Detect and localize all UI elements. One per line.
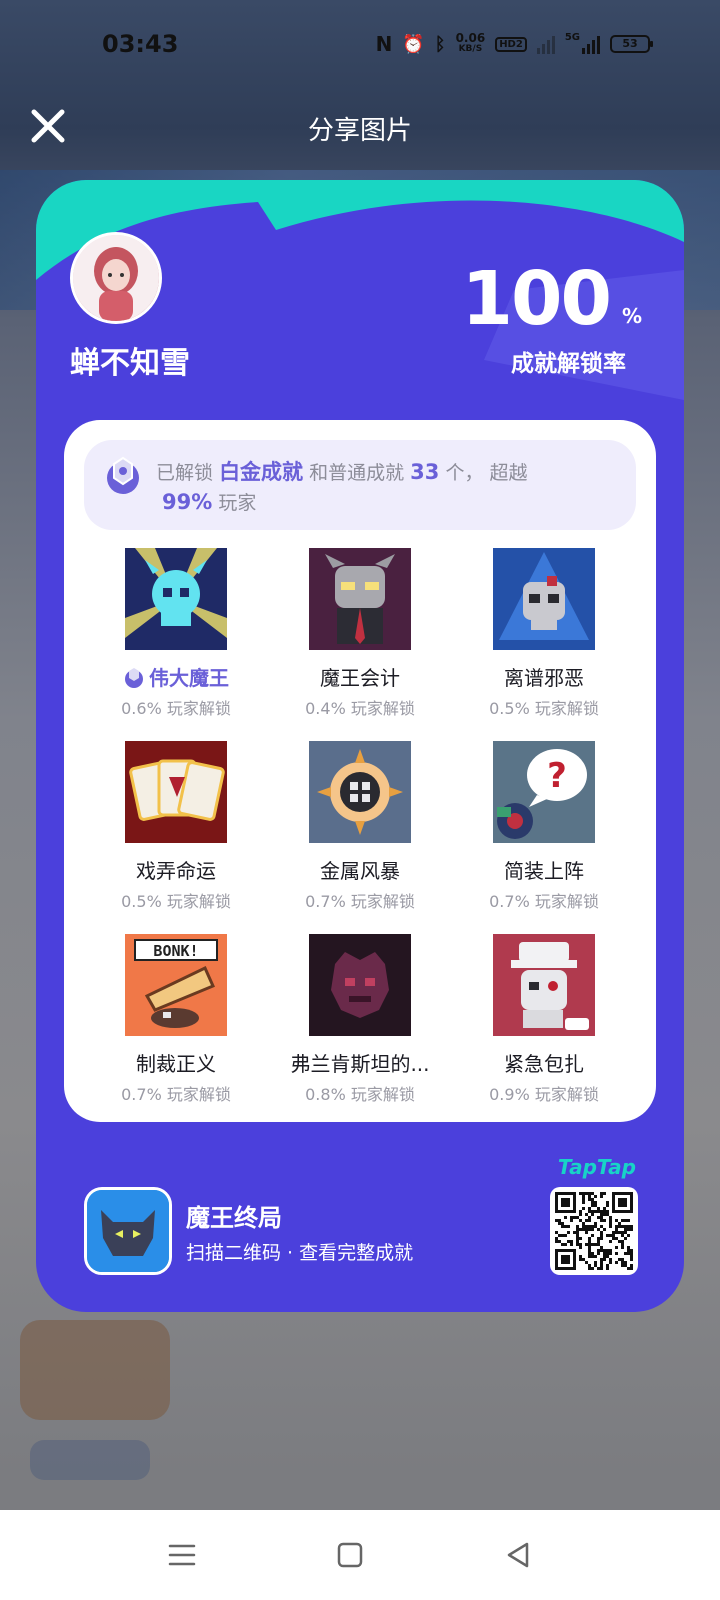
achievement-unlock-rate: 0.6% 玩家解锁 [121, 699, 231, 718]
background-blur [30, 1440, 150, 1480]
achievement-name: 制裁正义 [136, 1052, 216, 1076]
summary-count: 33 [410, 460, 440, 484]
unlock-rate-value: 100 [461, 256, 612, 342]
app-name: 魔王终局 [186, 1204, 282, 1232]
status-icons: N ⏰ ᛒ 0.06 KB/S HD2 5G 53 [375, 31, 653, 56]
status-time: 03:43 [102, 30, 179, 58]
back-nav-button[interactable] [503, 1540, 533, 1570]
battery-icon: 53 [610, 35, 653, 53]
page-title: 分享图片 [307, 116, 412, 146]
achievement-item[interactable]: 魔王会计 0.4% 玩家解锁 [268, 548, 452, 719]
unlock-rate-percent: % [621, 304, 642, 328]
bluetooth-icon: ᛒ [434, 33, 446, 55]
alarm-icon: ⏰ [402, 33, 425, 55]
signal-5g-icon [582, 34, 600, 54]
username: 蝉不知雪 [70, 346, 190, 381]
ridiculous-evil-icon [493, 548, 595, 650]
nfc-icon: N [375, 32, 393, 56]
achievement-name: 金属风暴 [320, 859, 400, 883]
summary-line-2: 99% 玩家 [162, 488, 256, 515]
achievement-unlock-rate: 0.5% 玩家解锁 [489, 699, 599, 718]
playing-cards-icon [125, 741, 227, 843]
summary-count-suffix: 个， [445, 462, 484, 484]
achievement-name-text: 伟大魔王 [149, 666, 229, 690]
achievement-unlock-rate: 0.5% 玩家解锁 [121, 892, 231, 911]
question-bubble-icon: ? [493, 741, 595, 843]
avatar[interactable] [70, 232, 162, 324]
qr-code-image [555, 1192, 633, 1270]
net-speed: 0.06 KB/S [455, 31, 486, 55]
menu-nav-button[interactable] [167, 1540, 197, 1570]
demon-king-app-icon [87, 1190, 169, 1272]
achievement-unlock-rate: 0.8% 玩家解锁 [305, 1085, 415, 1104]
home-nav-button[interactable] [335, 1540, 365, 1570]
share-card: 蝉不知雪 100 % 成就解锁率 已解锁 白金成就 和普通成就 33 个， 超越… [36, 180, 684, 1312]
achievement-item[interactable]: 离谱邪恶 0.5% 玩家解锁 [452, 548, 636, 719]
achievement-name: 弗兰肯斯坦的... [290, 1052, 430, 1076]
bonk-hammer-icon: BONK! [125, 934, 227, 1036]
achievement-item[interactable]: BONK! 制裁正义 0.7% 玩家解锁 [84, 934, 268, 1105]
achievement-item[interactable]: ? 简装上阵 0.7% 玩家解锁 [452, 741, 636, 912]
app-icon[interactable] [84, 1187, 172, 1275]
achievement-item[interactable]: 弗兰肯斯坦的... 0.8% 玩家解锁 [268, 934, 452, 1105]
achievement-panel: 已解锁 白金成就 和普通成就 33 个， 超越 99% 玩家 伟大魔王 0.6%… [64, 420, 656, 1122]
background-blur [20, 1320, 170, 1420]
achievement-name: 离谱邪恶 [504, 666, 584, 690]
achievement-name: 简装上阵 [504, 859, 584, 883]
achievement-summary: 已解锁 白金成就 和普通成就 33 个， 超越 99% 玩家 [84, 440, 636, 530]
skull-demon-icon [125, 548, 227, 650]
net-speed-unit: KB/S [458, 44, 483, 54]
home-square-icon [337, 1542, 363, 1568]
taptap-logo: TapTap [557, 1155, 636, 1179]
demon-accountant-icon [309, 548, 411, 650]
summary-middle: 和普通成就 [309, 462, 405, 484]
bandaged-mummy-icon [493, 934, 595, 1036]
app-subtitle: 扫描二维码 · 查看完整成就 [186, 1242, 414, 1264]
qr-code[interactable] [550, 1187, 638, 1275]
achievement-name: 魔王会计 [320, 666, 400, 690]
achievement-unlock-rate: 0.7% 玩家解锁 [121, 1085, 231, 1104]
achievement-unlock-rate: 0.4% 玩家解锁 [305, 699, 415, 718]
achievement-name: 紧急包扎 [504, 1052, 584, 1076]
achievement-unlock-rate: 0.9% 玩家解锁 [489, 1085, 599, 1104]
menu-icon [168, 1544, 196, 1566]
svg-text:?: ? [547, 756, 567, 796]
achievement-unlock-rate: 0.7% 玩家解锁 [305, 892, 415, 911]
frankenstein-icon [309, 934, 411, 1036]
achievement-item[interactable]: 紧急包扎 0.9% 玩家解锁 [452, 934, 636, 1105]
summary-platinum: 白金成就 [219, 460, 304, 484]
summary-prefix: 已解锁 [156, 462, 214, 484]
platinum-trophy-icon [107, 456, 139, 494]
achievement-item[interactable]: 戏弄命运 0.5% 玩家解锁 [84, 741, 268, 912]
unlock-rate-label: 成就解锁率 [511, 351, 626, 377]
achievement-name: 伟大魔王 [123, 662, 229, 691]
achievement-item[interactable]: 金属风暴 0.7% 玩家解锁 [268, 741, 452, 912]
metal-storm-icon [309, 741, 411, 843]
platinum-trophy-icon [125, 667, 143, 688]
summary-surpass: 超越 [489, 462, 528, 484]
svg-text:BONK!: BONK! [153, 942, 198, 960]
achievement-grid: 伟大魔王 0.6% 玩家解锁 魔王会计 0.4% 玩家解锁 离谱邪恶 0.5% … [84, 548, 636, 1105]
back-triangle-icon [507, 1542, 529, 1568]
signal-5g-label: 5G [564, 32, 580, 43]
summary-players: 玩家 [218, 492, 257, 514]
navigation-bar [0, 1510, 720, 1600]
achievement-item[interactable]: 伟大魔王 0.6% 玩家解锁 [84, 548, 268, 719]
achievement-name: 戏弄命运 [136, 859, 216, 883]
status-bar: 03:43 N ⏰ ᛒ 0.06 KB/S HD2 5G 53 [0, 0, 720, 90]
summary-percent: 99% [162, 490, 213, 514]
summary-line-1: 已解锁 白金成就 和普通成就 33 个， 超越 [156, 456, 528, 486]
signal-icon [536, 34, 555, 54]
avatar-image [73, 235, 159, 321]
net-speed-value: 0.06 [455, 31, 486, 45]
hd-badge: HD2 [495, 36, 527, 52]
achievement-unlock-rate: 0.7% 玩家解锁 [489, 892, 599, 911]
